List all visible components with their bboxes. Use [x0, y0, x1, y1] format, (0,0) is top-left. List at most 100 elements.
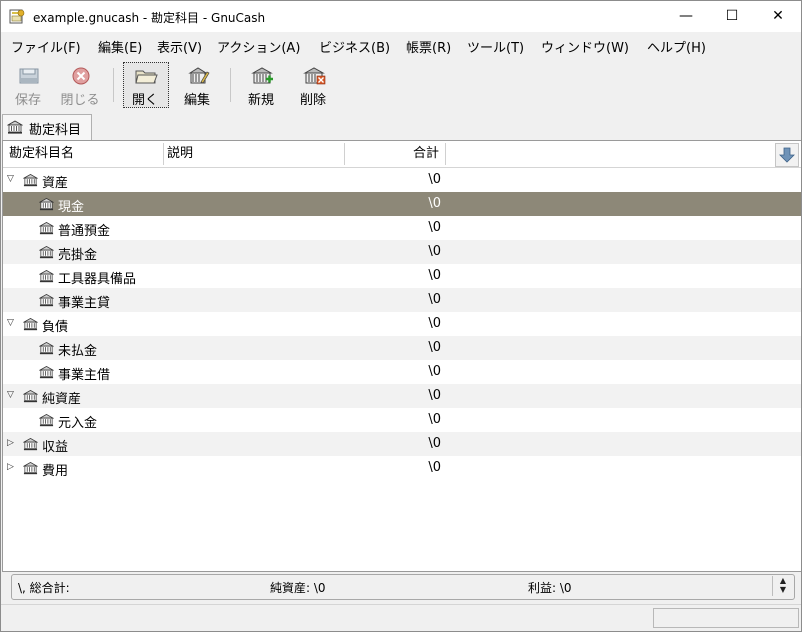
summary-bar[interactable]: \, 総合計: 純資産: \0 利益: \0 ▲ ▼: [11, 574, 795, 600]
edit-button[interactable]: 編集: [176, 63, 218, 108]
open-folder-icon: [135, 70, 158, 84]
menu-tools[interactable]: ツール(T): [467, 37, 524, 56]
menu-actions[interactable]: アクション(A): [217, 37, 300, 56]
bank-icon: [38, 245, 55, 259]
account-total: \0: [428, 244, 441, 259]
column-divider: [344, 143, 345, 165]
tab-accounts[interactable]: 勘定科目: [2, 114, 92, 141]
expander-expanded-icon[interactable]: ▽: [7, 391, 16, 400]
account-total: \0: [428, 460, 441, 475]
account-row[interactable]: ▷ 収益 \0: [3, 432, 801, 456]
bank-icon: [38, 365, 55, 379]
account-row[interactable]: ▽ 負債 \0: [3, 312, 801, 336]
menu-business[interactable]: ビジネス(B): [319, 37, 390, 56]
close-label: 閉じる: [60, 93, 100, 108]
tab-label: 勘定科目: [29, 123, 82, 138]
bank-icon: [22, 461, 39, 475]
bank-icon: [22, 173, 39, 187]
bank-icon: [38, 197, 55, 211]
expander-collapsed-icon[interactable]: ▷: [7, 463, 16, 472]
account-row[interactable]: ▷ 費用 \0: [3, 456, 801, 480]
account-row[interactable]: 工具器具備品 \0: [3, 264, 801, 288]
account-row[interactable]: 事業主借 \0: [3, 360, 801, 384]
gnucash-app-icon: [9, 9, 25, 24]
menu-windows[interactable]: ウィンドウ(W): [541, 37, 629, 56]
bank-icon: [38, 293, 55, 307]
progress-bar: [653, 608, 799, 628]
menu-bar: ファイル(F) 編集(E) 表示(V) アクション(A) ビジネス(B) 帳票(…: [1, 33, 801, 57]
menu-help[interactable]: ヘルプ(H): [647, 37, 706, 56]
account-total: \0: [428, 340, 441, 355]
account-name: 現金: [58, 200, 85, 215]
account-row[interactable]: 未払金 \0: [3, 336, 801, 360]
delete-label: 削除: [299, 93, 326, 108]
column-divider: [163, 143, 164, 165]
toolbar-separator: [230, 68, 231, 102]
account-row[interactable]: ▽ 資産 \0: [3, 168, 801, 192]
column-header-name[interactable]: 勘定科目名: [9, 141, 74, 167]
close-window-button[interactable]: ✕: [755, 1, 801, 32]
close-button[interactable]: 閉じる: [59, 63, 101, 108]
grand-total-label: \, 総合計:: [18, 581, 70, 595]
menu-edit[interactable]: 編集(E): [98, 37, 142, 56]
bank-icon: [7, 120, 23, 134]
spin-down-icon: ▼: [779, 585, 787, 594]
account-row[interactable]: ▽ 純資産 \0: [3, 384, 801, 408]
bank-icon: [22, 317, 39, 331]
column-header-total[interactable]: 合計: [403, 141, 439, 167]
arrow-down-icon: [779, 147, 795, 163]
account-name: 事業主借: [58, 368, 111, 383]
account-total: \0: [428, 220, 441, 235]
account-name: 売掛金: [58, 248, 98, 263]
column-header-description[interactable]: 説明: [167, 141, 193, 167]
toolbar: 保存 閉じる 開く 編集 新規 削除: [1, 58, 801, 112]
account-row[interactable]: 売掛金 \0: [3, 240, 801, 264]
account-total: \0: [428, 436, 441, 451]
summary-spinner-button[interactable]: ▲ ▼: [772, 576, 793, 596]
account-total: \0: [428, 412, 441, 427]
expander-expanded-icon[interactable]: ▽: [7, 175, 16, 184]
account-row[interactable]: 普通預金 \0: [3, 216, 801, 240]
account-name: 事業主貸: [58, 296, 111, 311]
account-name: 収益: [42, 440, 69, 455]
account-name: 資産: [42, 176, 69, 191]
account-row[interactable]: 現金 \0: [3, 192, 801, 216]
account-name: 純資産: [42, 392, 82, 407]
menu-reports[interactable]: 帳票(R): [406, 37, 451, 56]
open-button[interactable]: 開く: [123, 62, 169, 108]
new-account-icon: [251, 67, 273, 84]
tree-header: 勘定科目名 説明 合計: [3, 141, 801, 168]
account-total: \0: [428, 172, 441, 187]
save-label: 保存: [14, 93, 41, 108]
new-account-button[interactable]: 新規: [240, 63, 282, 108]
window-title: example.gnucash - 勘定科目 - GnuCash: [33, 11, 266, 25]
save-button[interactable]: 保存: [7, 63, 49, 108]
account-total: \0: [428, 388, 441, 403]
close-icon: [72, 67, 90, 85]
edit-icon: [188, 67, 210, 84]
account-name: 普通預金: [58, 224, 111, 239]
gnucash-window: example.gnucash - 勘定科目 - GnuCash — ☐ ✕ フ…: [0, 0, 802, 632]
menu-file[interactable]: ファイル(F): [11, 37, 81, 56]
open-label: 開く: [131, 93, 158, 108]
delete-account-button[interactable]: 削除: [292, 63, 334, 108]
net-assets-label: 純資産: \0: [270, 581, 326, 595]
account-tree[interactable]: 勘定科目名 説明 合計 ▽ 資産 \0 現金 \0 普通預金 \0 売掛金 \0 工具器具備品 \0…: [2, 140, 801, 572]
maximize-button[interactable]: ☐: [709, 1, 755, 32]
bank-icon: [22, 437, 39, 451]
account-row[interactable]: 元入金 \0: [3, 408, 801, 432]
account-total: \0: [428, 268, 441, 283]
column-chooser-button[interactable]: [775, 143, 799, 167]
expander-expanded-icon[interactable]: ▽: [7, 319, 16, 328]
bank-icon: [38, 269, 55, 283]
toolbar-separator: [113, 68, 114, 102]
notebook-tabs: 勘定科目: [1, 112, 801, 141]
bank-icon: [38, 413, 55, 427]
bank-icon: [22, 389, 39, 403]
account-row[interactable]: 事業主貸 \0: [3, 288, 801, 312]
edit-label: 編集: [183, 93, 210, 108]
expander-collapsed-icon[interactable]: ▷: [7, 439, 16, 448]
account-name: 元入金: [58, 416, 98, 431]
minimize-button[interactable]: —: [663, 1, 709, 32]
menu-view[interactable]: 表示(V): [157, 37, 202, 56]
